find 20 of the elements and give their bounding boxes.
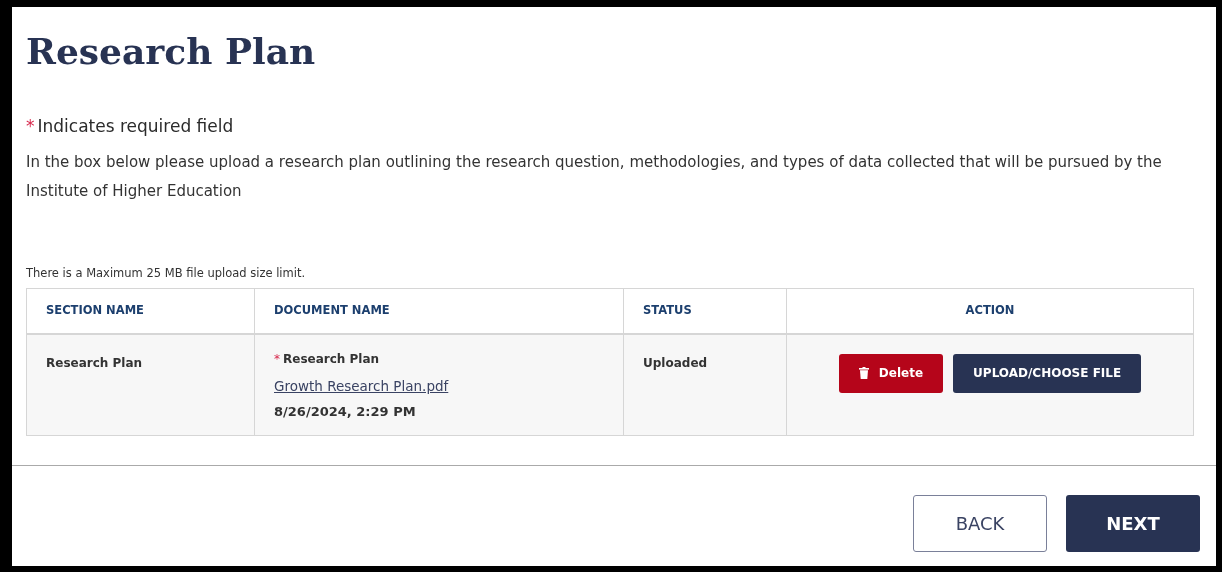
required-marker: *: [274, 350, 280, 368]
section-name: Research Plan: [46, 355, 143, 370]
upload-date: 8/26/2024, 2:29 PM: [274, 403, 416, 421]
document-name: Research Plan: [283, 350, 380, 368]
required-marker: *: [26, 115, 35, 138]
status-text: Uploaded: [643, 355, 708, 370]
column-header: ACTION: [965, 302, 1015, 320]
next-button[interactable]: NEXT: [1066, 494, 1200, 552]
required-note: Indicates required field: [37, 115, 234, 138]
back-button[interactable]: BACK: [913, 494, 1047, 552]
upload-button[interactable]: UPLOAD/CHOOSE FILE: [953, 353, 1142, 393]
size-limit-note: There is a Maximum 25 MB file upload size limit.: [26, 264, 306, 282]
column-header: STATUS: [643, 302, 692, 320]
instructions-text: In the box below please upload a research plan outlining the research question, methodologies, and types of data collected that will be pursued by the Institute of Higher Education: [26, 151, 1163, 202]
column-header: DOCUMENT NAME: [274, 302, 390, 320]
column-header: SECTION NAME: [46, 302, 144, 320]
page-title: Research Plan: [26, 29, 316, 74]
trash-icon: [858, 367, 869, 380]
file-link[interactable]: Growth Research Plan.pdf: [274, 375, 449, 396]
delete-button[interactable]: Delete: [838, 353, 944, 393]
